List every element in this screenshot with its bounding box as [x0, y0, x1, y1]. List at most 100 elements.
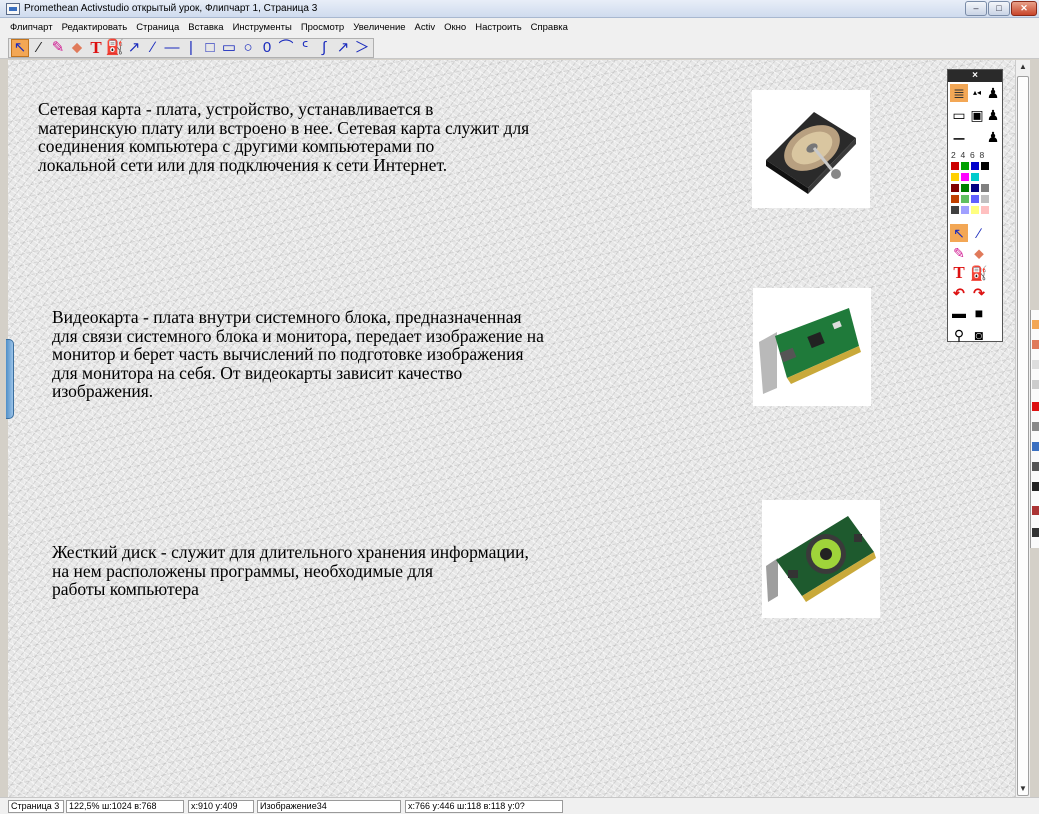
menu-insert[interactable]: Вставка	[184, 22, 228, 33]
color-swatch[interactable]	[981, 195, 989, 203]
dock-grid-icon[interactable]	[1032, 462, 1039, 471]
menu-flipchart[interactable]: Флипчарт	[6, 22, 58, 33]
dock-tool-icon[interactable]	[1032, 422, 1039, 431]
dock-diamond-icon[interactable]	[1032, 340, 1039, 349]
circle-tool-icon[interactable]: 0	[258, 39, 276, 57]
menu-edit[interactable]: Редактировать	[58, 22, 133, 33]
menu-activ[interactable]: Activ	[411, 22, 441, 33]
menu-zoom[interactable]: Увеличение	[349, 22, 410, 33]
hard-disk-text[interactable]: Жесткий диск - служит для длительного хр…	[52, 543, 529, 599]
page-view-icon[interactable]: ▭	[950, 106, 968, 124]
dock-undo-icon[interactable]	[1032, 402, 1039, 411]
text-line: Видеокарта - плата внутри системного бло…	[52, 307, 522, 327]
curve-tool-icon[interactable]: ᑦ	[296, 39, 314, 57]
vertical-scrollbar[interactable]: ▲ ▼	[1015, 60, 1030, 797]
redo-icon[interactable]: ↷	[970, 284, 988, 302]
flipchart-menu-icon[interactable]: ≣	[950, 84, 968, 102]
toolbox-pen-icon[interactable]: ∕	[970, 224, 988, 242]
menu-help[interactable]: Справка	[527, 22, 573, 33]
menu-tools[interactable]: Инструменты	[229, 22, 297, 33]
color-swatch[interactable]	[951, 206, 959, 214]
dock-save-icon[interactable]	[1032, 528, 1039, 537]
user2-icon[interactable]: ♟	[984, 106, 1002, 124]
ellipse-tool-icon[interactable]: ○	[239, 39, 257, 57]
color-swatch[interactable]	[971, 195, 979, 203]
color-swatch[interactable]	[971, 162, 979, 170]
flipchart-canvas[interactable]: Сетевая карта - плата, устройство, устан…	[8, 60, 1015, 797]
video-card-text[interactable]: Видеокарта - плата внутри системного бло…	[52, 308, 544, 401]
color-swatch[interactable]	[981, 162, 989, 170]
color-swatch[interactable]	[951, 162, 959, 170]
arrow-line-tool-icon[interactable]: ↗	[125, 39, 143, 57]
color-swatch[interactable]	[951, 173, 959, 181]
toolbox-text-icon[interactable]: T	[950, 264, 968, 282]
user3-icon[interactable]: ♟	[984, 128, 1002, 146]
scroll-up-arrow-icon[interactable]: ▲	[1016, 60, 1030, 74]
menu-view[interactable]: Просмотр	[297, 22, 349, 33]
highlighter-tool-icon[interactable]: ✎	[49, 39, 67, 57]
network-card-image[interactable]	[753, 288, 871, 406]
text-line: на нем расположены программы, необходимы…	[52, 560, 434, 581]
width-slider-icon[interactable]: ━━	[950, 130, 968, 148]
color-swatch[interactable]	[951, 195, 959, 203]
network-card-text[interactable]: Сетевая карта - плата, устройство, устан…	[38, 100, 529, 174]
arrow-tool-icon[interactable]: ↗	[334, 39, 352, 57]
fill-tool-icon[interactable]: ⛽	[106, 39, 125, 57]
menu-page[interactable]: Страница	[132, 22, 184, 33]
text-line: Сетевая карта - плата, устройство, устан…	[38, 99, 434, 119]
vertical-line-tool-icon[interactable]: |	[182, 39, 200, 57]
user-icon[interactable]: ♟	[984, 84, 1002, 102]
color-swatch[interactable]	[981, 184, 989, 192]
color-swatch[interactable]	[961, 162, 969, 170]
screen-shade-icon[interactable]: ▬	[950, 304, 968, 322]
color-swatch[interactable]	[961, 173, 969, 181]
menu-settings[interactable]: Настроить	[471, 22, 526, 33]
color-swatch[interactable]	[961, 206, 969, 214]
toolbox-fill-icon[interactable]: ⛽	[970, 264, 988, 282]
color-swatch[interactable]	[971, 173, 979, 181]
spotlight-icon[interactable]: ■	[970, 304, 988, 322]
scroll-down-arrow-icon[interactable]: ▼	[1016, 782, 1030, 796]
magnifier-icon[interactable]: ⚲	[950, 326, 968, 344]
dock-settings-icon[interactable]	[1032, 482, 1039, 491]
network-card-picture	[759, 308, 861, 394]
color-swatch[interactable]	[971, 206, 979, 214]
rectangle-tool-icon[interactable]: ▭	[220, 39, 238, 57]
scroll-thumb[interactable]	[1017, 76, 1029, 796]
color-swatch[interactable]	[961, 184, 969, 192]
dock-color-icon[interactable]	[1032, 442, 1039, 451]
color-swatch[interactable]	[961, 195, 969, 203]
left-side-tab[interactable]	[6, 339, 14, 419]
camera-icon[interactable]: ◙	[970, 326, 988, 344]
toolbox-eraser-icon[interactable]: ⬥	[970, 244, 988, 262]
select-tool-icon[interactable]: ↖	[11, 39, 29, 57]
dock-page2-icon[interactable]	[1032, 380, 1039, 389]
curve2-tool-icon[interactable]: ∫	[315, 39, 333, 57]
color-swatch[interactable]	[951, 184, 959, 192]
color-swatch[interactable]	[971, 184, 979, 192]
diagonal-line-tool-icon[interactable]: ∕	[144, 39, 162, 57]
toolbox-highlighter-icon[interactable]: ✎	[950, 244, 968, 262]
undo-icon[interactable]: ↶	[950, 284, 968, 302]
minimize-button[interactable]: –	[965, 1, 987, 16]
status-cursor: x:910 y:409	[188, 800, 254, 813]
square-tool-icon[interactable]: □	[201, 39, 219, 57]
arc-tool-icon[interactable]: ⌒	[277, 39, 295, 57]
dock-orange-icon[interactable]	[1032, 320, 1039, 329]
horizontal-line-tool-icon[interactable]: —	[163, 39, 181, 57]
maximize-button[interactable]: □	[988, 1, 1010, 16]
color-swatch[interactable]	[981, 173, 989, 181]
text-tool-icon[interactable]: T	[87, 39, 105, 57]
toolbox-select-icon[interactable]: ↖	[950, 224, 968, 242]
pen-tool-icon[interactable]: ⁄	[30, 39, 48, 57]
chevron-tool-icon[interactable]: ＞	[353, 39, 371, 57]
menu-window[interactable]: Окно	[440, 22, 471, 33]
eraser-tool-icon[interactable]: ⬥	[68, 39, 86, 57]
close-button[interactable]: ✕	[1011, 1, 1037, 16]
hard-disk-image[interactable]	[752, 90, 870, 208]
dock-page-icon[interactable]	[1032, 360, 1039, 369]
video-card-image[interactable]	[762, 500, 880, 618]
color-swatch[interactable]	[981, 206, 989, 214]
dock-ruler-icon[interactable]	[1032, 506, 1039, 515]
toolbox-close-button[interactable]: ×	[948, 70, 1002, 82]
